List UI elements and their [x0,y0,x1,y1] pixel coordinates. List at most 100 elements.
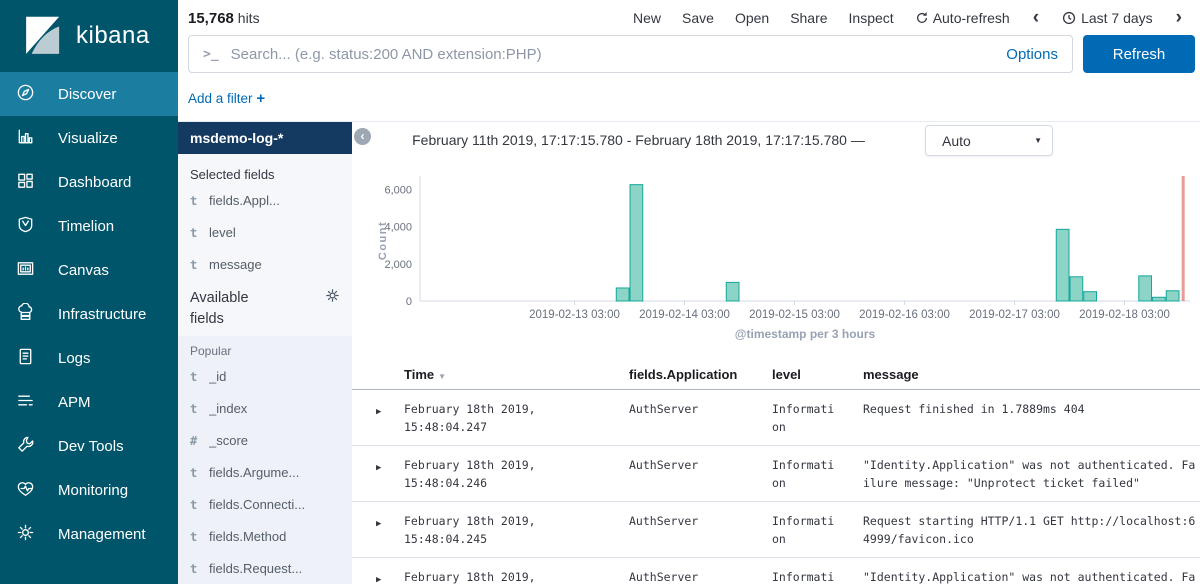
column-header-application[interactable]: fields.Application [621,367,764,382]
nav-item-visualize[interactable]: Visualize [0,116,178,160]
options-link[interactable]: Options [1006,46,1058,63]
logs-icon [16,347,35,370]
histogram-bar[interactable]: 2019-02-14T12:00:00: 1000 [726,282,739,301]
canvas-icon [16,259,35,282]
table-row: ▶February 18th 2019, 15:48:04.246AuthSer… [352,446,1200,502]
menu-item-share[interactable]: Share [790,10,827,26]
field-item-message[interactable]: tmessage [178,248,352,280]
monitoring-icon [16,479,35,502]
field-item-level[interactable]: tlevel [178,216,352,248]
time-range-label: Last 7 days [1081,10,1153,26]
management-icon [16,523,35,546]
right-column: 15,768 hits New Save Open Share Inspect Auto-… [178,0,1200,584]
field-item-fieldsAppl[interactable]: tfields.Appl... [178,184,352,216]
menu-item-inspect[interactable]: Inspect [849,10,894,26]
nav-item-infrastructure[interactable]: Infrastructure [0,292,178,336]
histogram-chart[interactable]: 02,0004,0006,0002019-02-13 03:002019-02-… [352,158,1200,355]
column-header-message[interactable]: message [838,367,1200,382]
popular-heading: Popular [190,344,340,358]
hits-count: 15,768 hits [188,10,260,27]
search-input-wrapper: >_ Options [188,35,1073,73]
visualize-icon [16,127,35,150]
cell-application: AuthServer [621,568,764,584]
histogram-bar[interactable]: 2019-02-13T15:00:00: 6250 [630,185,643,301]
field-name: fields.Argume... [209,465,299,480]
nav-item-label: Canvas [58,262,109,279]
plus-icon: + [256,90,265,107]
field-type-icon: t [190,498,204,512]
chart-header: February 11th 2019, 17:17:15.780 - Febru… [352,122,1200,158]
nav-item-canvas[interactable]: Canvas [0,248,178,292]
svg-text:2019-02-17 03:00: 2019-02-17 03:00 [969,309,1060,321]
index-pattern-selector[interactable]: msdemo-log-* [178,122,352,154]
expand-caret-icon[interactable]: ▶ [376,512,396,533]
field-item-fieldsArgume[interactable]: t fields.Argume... [178,456,352,488]
field-item-fieldsRequest[interactable]: tfields.Request... [178,552,352,584]
field-item-_index[interactable]: t_index [178,392,352,424]
field-type-icon: t [190,466,204,480]
histogram-bar[interactable]: 2019-02-18T09:00:00: 200 [1153,297,1166,301]
auto-refresh-button[interactable]: Auto-refresh [915,10,1010,26]
cell-time: February 18th 2019, 15:48:04.245 [396,568,621,584]
field-type-icon: t [190,194,204,208]
field-item-_score[interactable]: #_score [178,424,352,456]
nav-items: Discover VisualizeDashboardTimelion Canvas… [0,72,178,556]
kibana-logo-icon [22,14,66,58]
nav-item-label: Discover [58,86,116,103]
refresh-button[interactable]: Refresh [1083,35,1195,73]
field-name: _id [209,369,226,384]
expand-caret-icon[interactable]: ▶ [376,568,396,584]
y-axis-label: Count [377,221,389,260]
cell-time: February 18th 2019, 15:48:04.245 [396,512,621,548]
column-header-level[interactable]: level [764,367,838,382]
chevron-right-icon[interactable]: › [1174,11,1184,25]
menu-item-open[interactable]: Open [735,10,769,26]
field-item-fieldsMethod[interactable]: tfields.Method [178,520,352,552]
histogram-bar[interactable]: 2019-02-17T12:00:00: 3850 [1056,229,1069,301]
cell-level: Information [764,456,838,492]
kibana-logo[interactable]: kibana [0,0,178,72]
histogram-bar[interactable]: 2019-02-17T15:00:00: 1300 [1070,277,1083,301]
expand-caret-icon[interactable]: ▶ [376,400,396,421]
svg-text:2019-02-15 03:00: 2019-02-15 03:00 [749,309,840,321]
nav-item-timelion[interactable]: Timelion [0,204,178,248]
popular-fields-list: t_idt_index#_scoretfields.Argume...tfiel… [178,360,352,584]
field-type-icon: t [190,370,204,384]
histogram-bar[interactable]: 2019-02-18T12:00:00: 550 [1166,291,1179,301]
interval-select[interactable]: Auto ▼ [925,125,1053,156]
nav-item-dashboard[interactable]: Dashboard [0,160,178,204]
gear-icon[interactable] [325,288,340,330]
cell-application: AuthServer [621,400,764,418]
discover-icon [16,83,35,106]
nav-item-dev-tools[interactable]: Dev Tools [0,424,178,468]
selected-fields-list: tfields.Appl...tleveltmessage [178,184,352,280]
histogram-bar[interactable]: 2019-02-13T12:00:00: 700 [616,288,629,301]
nav-item-discover[interactable]: Discover [0,72,178,116]
histogram-bar[interactable]: 2019-02-17T18:00:00: 500 [1084,292,1097,301]
nav-item-management[interactable]: Management [0,512,178,556]
histogram-bar[interactable]: 2019-02-18T06:00:00: 1350 [1139,276,1152,301]
cell-message: "Identity.Application" was not authentic… [838,456,1200,492]
add-filter-link[interactable]: Add a filter + [188,90,265,107]
menu-item-new[interactable]: New [633,10,661,26]
field-item-fieldsConnecti[interactable]: tfields.Connecti... [178,488,352,520]
menu-item-save[interactable]: Save [682,10,714,26]
dropdown-caret-icon: ▼ [1034,136,1042,145]
nav-item-apm[interactable]: APM [0,380,178,424]
chevron-left-icon[interactable]: ‹ [1031,11,1041,25]
filter-bar: Add a filter + [178,76,1200,122]
field-name: _score [209,433,248,448]
svg-text:2019-02-18 03:00: 2019-02-18 03:00 [1079,309,1170,321]
search-input[interactable] [231,46,995,63]
cell-message: "Identity.Application" was not authentic… [838,568,1200,584]
cell-level: Information [764,400,838,436]
field-name: level [209,225,236,240]
devtools-icon [16,435,35,458]
time-range-picker[interactable]: Last 7 days [1062,10,1153,26]
expand-caret-icon[interactable]: ▶ [376,456,396,477]
available-fields-heading: Available fields [190,288,270,330]
column-header-time[interactable]: Time▼ [396,367,621,382]
nav-item-monitoring[interactable]: Monitoring [0,468,178,512]
field-item-_id[interactable]: t _id [178,360,352,392]
nav-item-logs[interactable]: Logs [0,336,178,380]
